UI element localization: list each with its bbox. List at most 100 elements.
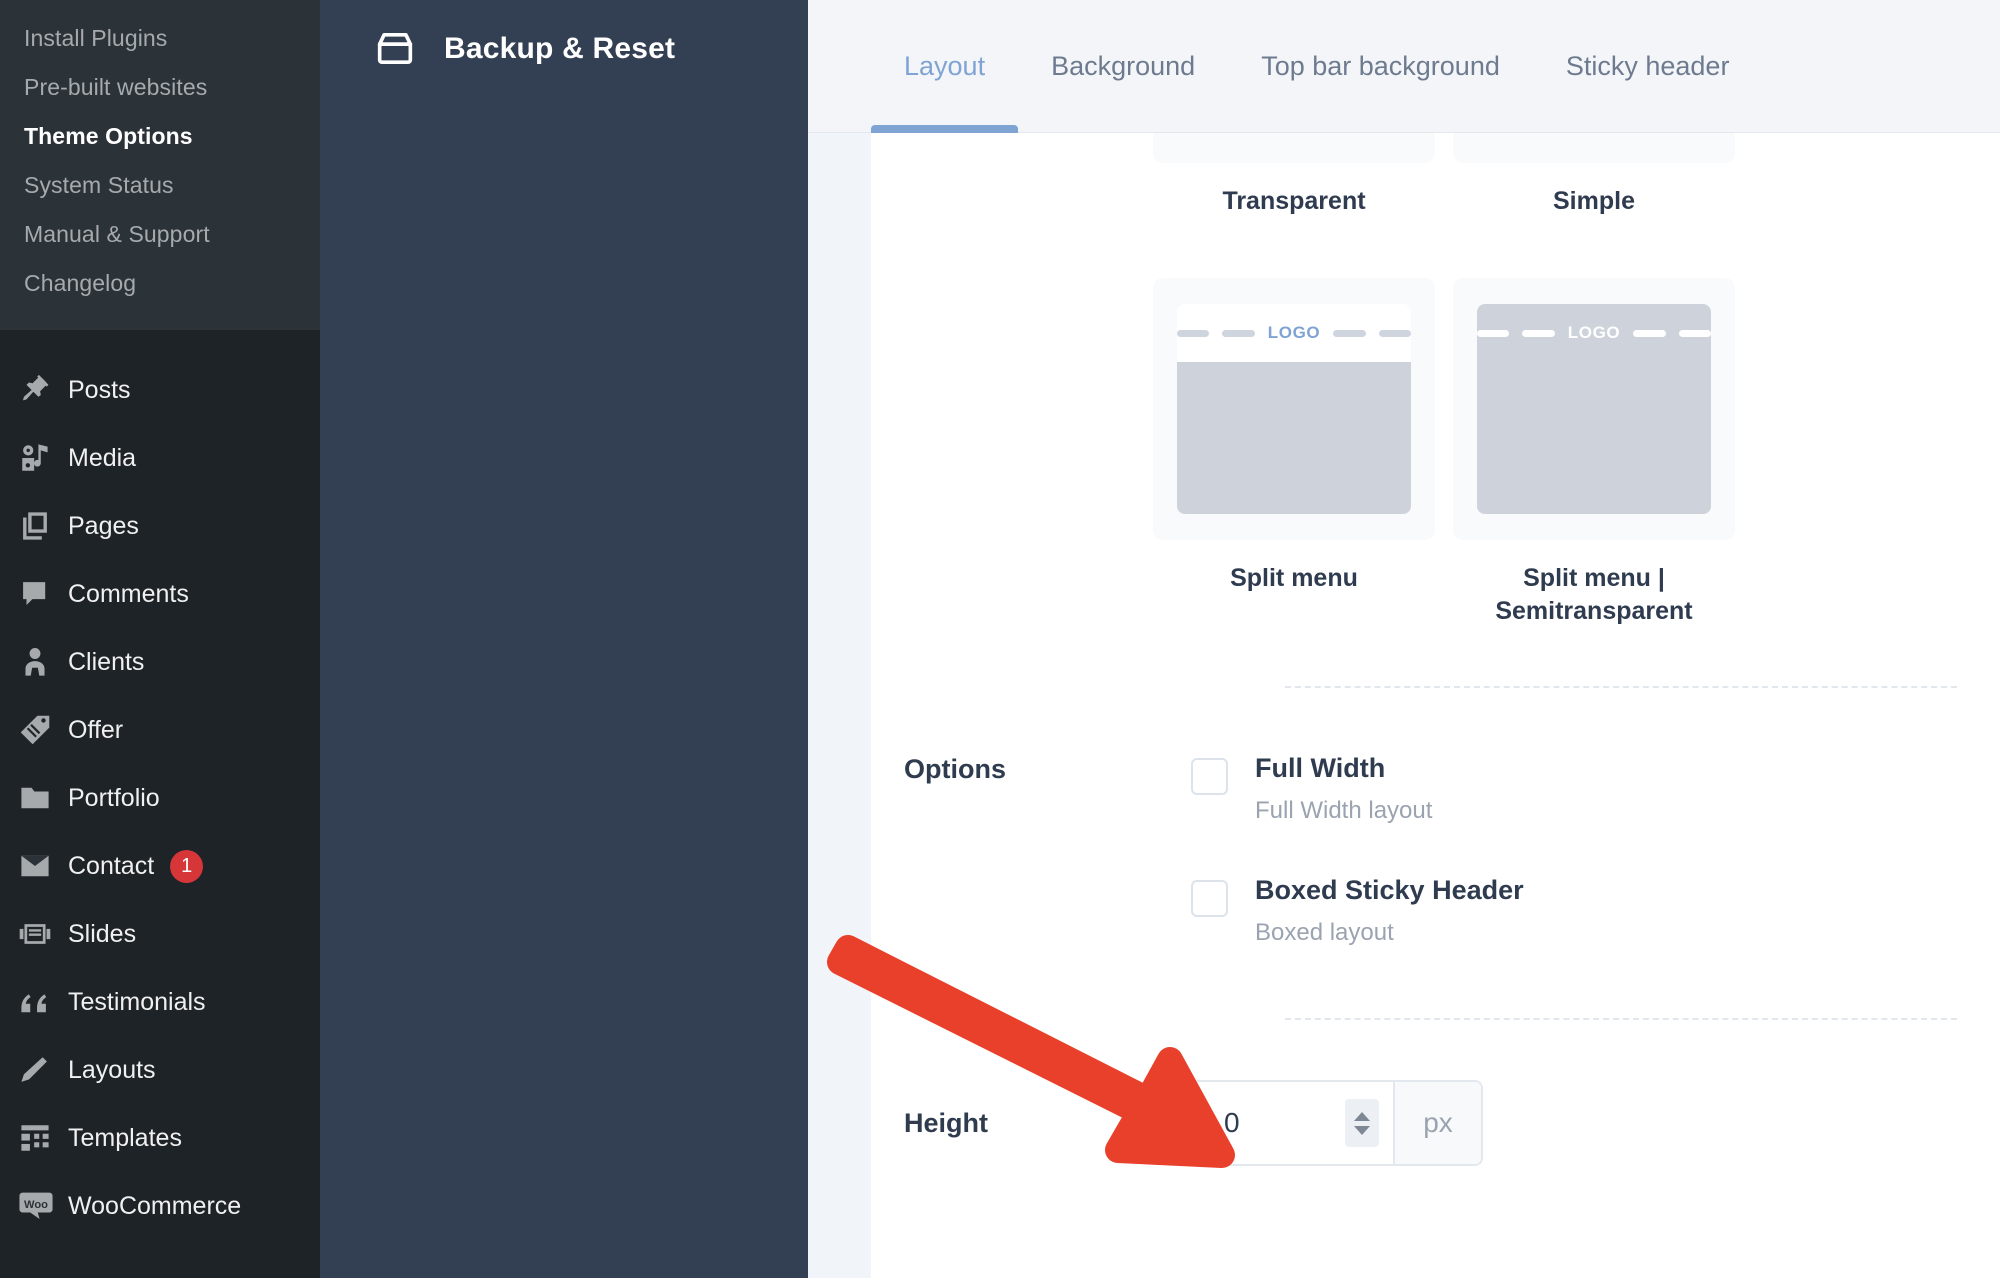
preview-logo-text: LOGO — [1567, 323, 1621, 342]
menu-label: Media — [68, 443, 137, 472]
tab-top-bar-background[interactable]: Top bar background — [1228, 0, 1533, 133]
archive-box-icon — [372, 26, 418, 72]
option-caption: Split menu — [1230, 564, 1358, 592]
option-caption: Split menu | Semitransparent — [1495, 564, 1693, 625]
thumbnail-card-clipped — [1453, 133, 1735, 163]
menu-item-posts[interactable]: Posts — [0, 356, 320, 424]
header-layout-option-transparent[interactable]: Transparent — [1153, 133, 1435, 218]
menu-item-templates[interactable]: Templates — [0, 1104, 320, 1172]
preview-logo-text: LOGO — [1267, 323, 1321, 342]
checkbox-input[interactable] — [1191, 880, 1228, 918]
chevron-down-icon[interactable] — [1354, 1125, 1370, 1135]
checkbox-title: Full Width — [1255, 753, 1386, 783]
grid-icon — [18, 1121, 64, 1155]
height-value: 0 — [1224, 1107, 1240, 1139]
submenu-item-prebuilt-websites[interactable]: Pre-built websites — [0, 63, 320, 112]
options-row-field: Full Width Full Width layout Boxed Stick… — [1191, 753, 2000, 946]
option-caption: Simple — [1553, 187, 1635, 215]
header-preview: LOGO — [1177, 304, 1411, 514]
slides-icon — [18, 917, 64, 951]
pages-icon — [18, 509, 64, 543]
menu-item-pages[interactable]: Pages — [0, 492, 320, 560]
header-preview: LOGO — [1477, 304, 1711, 514]
menu-dash — [1378, 329, 1411, 337]
header-layout-option-simple[interactable]: Simple — [1453, 133, 1735, 218]
mail-icon — [18, 849, 64, 883]
header-layout-option-split-menu[interactable]: LOGO Split menu — [1153, 278, 1435, 628]
submenu-item-system-status[interactable]: System Status — [0, 161, 320, 210]
tab-sticky-header[interactable]: Sticky header — [1533, 0, 1763, 133]
menu-item-layouts[interactable]: Layouts — [0, 1036, 320, 1104]
menu-item-comments[interactable]: Comments — [0, 560, 320, 628]
tag-icon — [18, 713, 64, 747]
thumbnail-card: LOGO — [1453, 278, 1735, 540]
woo-icon: Woo — [18, 1188, 64, 1224]
height-input-group[interactable]: 0 px — [1191, 1080, 1483, 1167]
menu-item-contact[interactable]: Contact 1 — [0, 832, 320, 900]
height-row-field: 0 px — [1191, 1080, 2000, 1167]
options-row: Options Full Width Full Width layout Box… — [871, 753, 2000, 946]
submenu-item-theme-options[interactable]: Theme Options — [0, 112, 320, 161]
submenu-item-changelog[interactable]: Changelog — [0, 259, 320, 308]
menu-item-portfolio[interactable]: Portfolio — [0, 764, 320, 832]
screen: Install Plugins Pre-built websites Theme… — [0, 0, 2000, 1278]
header-layout-option-split-menu-semitransparent[interactable]: LOGO Split menu | Semitransparent — [1453, 278, 1735, 628]
tab-background[interactable]: Background — [1018, 0, 1228, 133]
menu-label: WooCommerce — [68, 1191, 242, 1220]
panel-section-backup-reset[interactable]: Backup & Reset — [320, 0, 808, 98]
menu-dash — [1333, 329, 1366, 337]
menu-item-clients[interactable]: Clients — [0, 628, 320, 696]
menu-label: Contact — [68, 851, 155, 880]
header-layout-row-1: Transparent Simple — [1153, 133, 2000, 218]
quote-icon — [18, 985, 64, 1019]
wp-main-menu: Posts Media Pages Comments Clients Offer… — [0, 330, 320, 1240]
height-row-label: Height — [904, 1107, 988, 1138]
menu-item-slides[interactable]: Slides — [0, 900, 320, 968]
height-stepper[interactable] — [1345, 1099, 1379, 1148]
pencil-icon — [18, 1053, 64, 1087]
menu-label: Testimonials — [68, 987, 206, 1016]
thumbnail-card: LOGO — [1153, 278, 1435, 540]
section-divider — [1285, 686, 1957, 688]
checkbox-full-width[interactable]: Full Width Full Width layout — [1191, 753, 2000, 824]
header-layout-chooser: Transparent Simple LOGO Split menu LOGO … — [871, 133, 2000, 628]
menu-item-media[interactable]: Media — [0, 424, 320, 492]
menu-label: Pages — [68, 511, 139, 540]
menu-dash — [1633, 329, 1666, 337]
menu-dash — [1177, 329, 1210, 337]
thumbnail-card-clipped — [1153, 133, 1435, 163]
menu-dash — [1678, 329, 1711, 337]
checkbox-boxed-sticky-header[interactable]: Boxed Sticky Header Boxed layout — [1191, 875, 2000, 946]
svg-text:Woo: Woo — [24, 1199, 48, 1211]
checkbox-input[interactable] — [1191, 758, 1228, 795]
menu-dash — [1522, 329, 1555, 337]
menu-item-offer[interactable]: Offer — [0, 696, 320, 764]
chevron-up-icon[interactable] — [1354, 1111, 1370, 1121]
height-input[interactable]: 0 — [1193, 1082, 1393, 1164]
user-icon — [18, 645, 64, 679]
option-caption: Transparent — [1222, 187, 1366, 215]
menu-item-woocommerce[interactable]: Woo WooCommerce — [0, 1172, 320, 1240]
submenu-item-manual-support[interactable]: Manual & Support — [0, 210, 320, 259]
height-unit-label: px — [1393, 1082, 1481, 1165]
media-icon — [18, 441, 64, 475]
section-divider — [1285, 1018, 1957, 1021]
menu-label: Posts — [68, 375, 131, 404]
menu-label: Templates — [68, 1123, 182, 1152]
menu-label: Slides — [68, 919, 137, 948]
checkbox-subtitle: Boxed layout — [1255, 918, 1394, 946]
header-layout-row-2: LOGO Split menu LOGO Split menu | Semitr… — [1153, 278, 2000, 628]
comment-icon — [18, 577, 64, 611]
options-row-label: Options — [904, 754, 1006, 784]
menu-item-testimonials[interactable]: Testimonials — [0, 968, 320, 1036]
menu-label: Layouts — [68, 1055, 156, 1084]
checkbox-title: Boxed Sticky Header — [1255, 875, 1524, 906]
layout-settings-panel: Transparent Simple LOGO Split menu LOGO … — [871, 133, 2000, 1278]
panel-title: Backup & Reset — [444, 32, 676, 65]
preview-menu-bar: LOGO — [1177, 304, 1411, 362]
contact-badge-count: 1 — [170, 849, 204, 883]
submenu-item-install-plugins[interactable]: Install Plugins — [0, 14, 320, 63]
menu-label: Portfolio — [68, 783, 160, 812]
menu-dash — [1477, 329, 1510, 337]
tab-layout[interactable]: Layout — [871, 0, 1019, 133]
